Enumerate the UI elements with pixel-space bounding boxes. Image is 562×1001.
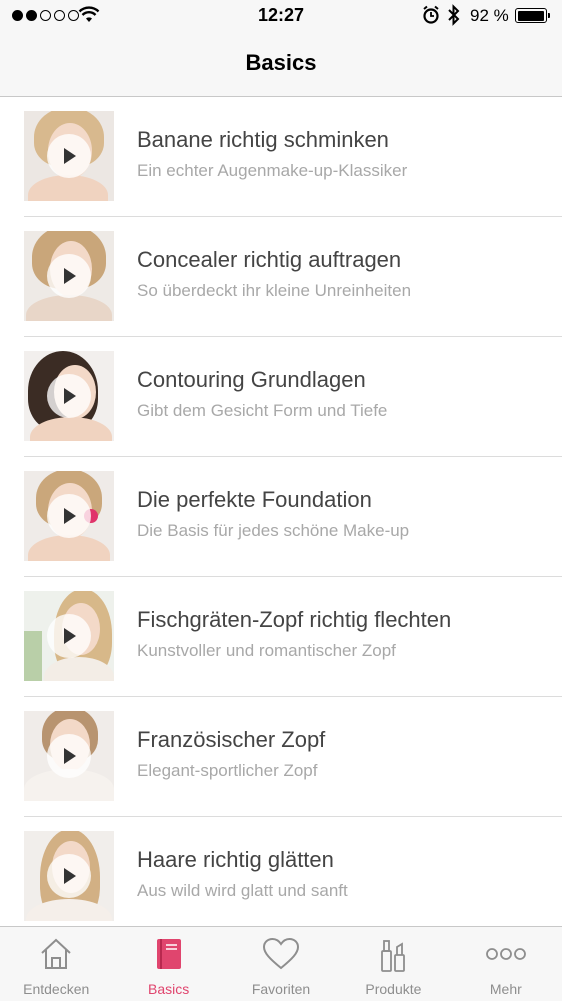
tutorial-list: Banane richtig schminken Ein echter Auge…: [0, 97, 562, 937]
play-icon: [47, 734, 91, 778]
video-thumbnail: [24, 231, 114, 321]
list-item-title: Concealer richtig auftragen: [137, 247, 402, 272]
alarm-icon: [423, 5, 439, 24]
tab-mehr[interactable]: Mehr: [450, 927, 562, 1001]
list-item[interactable]: Die perfekte Foundation Die Basis für je…: [0, 457, 562, 577]
more-icon: [485, 948, 526, 960]
tab-favoriten[interactable]: Favoriten: [225, 927, 337, 1001]
tab-label: Entdecken: [23, 981, 90, 997]
list-item-title: Haare richtig glätten: [137, 847, 334, 872]
list-item-subtitle: Elegant-sportlicher Zopf: [137, 761, 318, 780]
list-item-title: Französischer Zopf: [137, 727, 326, 752]
book-icon: [156, 939, 181, 969]
heart-icon: [263, 937, 300, 970]
video-thumbnail: [24, 831, 114, 921]
battery-icon: [515, 8, 550, 23]
video-thumbnail: [24, 591, 114, 681]
battery-percent: 92 %: [470, 6, 509, 25]
play-icon: [47, 494, 91, 538]
play-icon: [47, 854, 91, 898]
play-icon: [47, 134, 91, 178]
tab-bar: Entdecken Basics Favoriten Produkte Mehr: [0, 926, 562, 1001]
page-title: Basics: [245, 50, 317, 75]
list-item-subtitle: Ein echter Augenmake-up-Klassiker: [137, 161, 408, 180]
list-item-title: Die perfekte Foundation: [137, 487, 372, 512]
play-icon: [47, 614, 91, 658]
list-item[interactable]: Contouring Grundlagen Gibt dem Gesicht F…: [0, 337, 562, 457]
list-item-subtitle: Aus wild wird glatt und sanft: [137, 881, 348, 900]
tab-produkte[interactable]: Produkte: [337, 927, 449, 1001]
tab-label: Mehr: [489, 981, 522, 997]
video-thumbnail: [24, 351, 114, 441]
tab-basics[interactable]: Basics: [112, 927, 224, 1001]
play-icon: [47, 374, 91, 418]
cosmetics-icon: [381, 940, 406, 972]
tab-entdecken[interactable]: Entdecken: [0, 927, 112, 1001]
navigation-bar: Basics: [0, 34, 562, 97]
list-item[interactable]: Haare richtig glätten Aus wild wird glat…: [0, 817, 562, 937]
bluetooth-icon: [448, 4, 460, 26]
list-item[interactable]: Französischer Zopf Elegant-sportlicher Z…: [0, 697, 562, 817]
house-icon: [41, 938, 71, 969]
tab-label: Produkte: [365, 981, 422, 997]
list-item[interactable]: Banane richtig schminken Ein echter Auge…: [0, 97, 562, 217]
video-thumbnail: [24, 471, 114, 561]
video-thumbnail: [24, 711, 114, 801]
list-item-title: Contouring Grundlagen: [137, 367, 366, 392]
list-item-subtitle: Kunstvoller und romantischer Zopf: [137, 641, 396, 660]
list-item-subtitle: Die Basis für jedes schöne Make-up: [137, 521, 410, 540]
tab-label: Favoriten: [251, 981, 311, 997]
list-item[interactable]: Fischgräten-Zopf richtig flechten Kunstv…: [0, 577, 562, 697]
list-item-title: Fischgräten-Zopf richtig flechten: [137, 607, 452, 632]
status-bar: 12:27 92 %: [0, 0, 562, 34]
list-item-subtitle: Gibt dem Gesicht Form und Tiefe: [137, 401, 388, 420]
video-thumbnail: [24, 111, 114, 201]
list-item-subtitle: So überdeckt ihr kleine Unreinheiten: [137, 281, 412, 300]
list-item[interactable]: Concealer richtig auftragen So überdeckt…: [0, 217, 562, 337]
play-icon: [47, 254, 91, 298]
list-item-title: Banane richtig schminken: [137, 127, 389, 152]
tab-label: Basics: [147, 981, 190, 997]
